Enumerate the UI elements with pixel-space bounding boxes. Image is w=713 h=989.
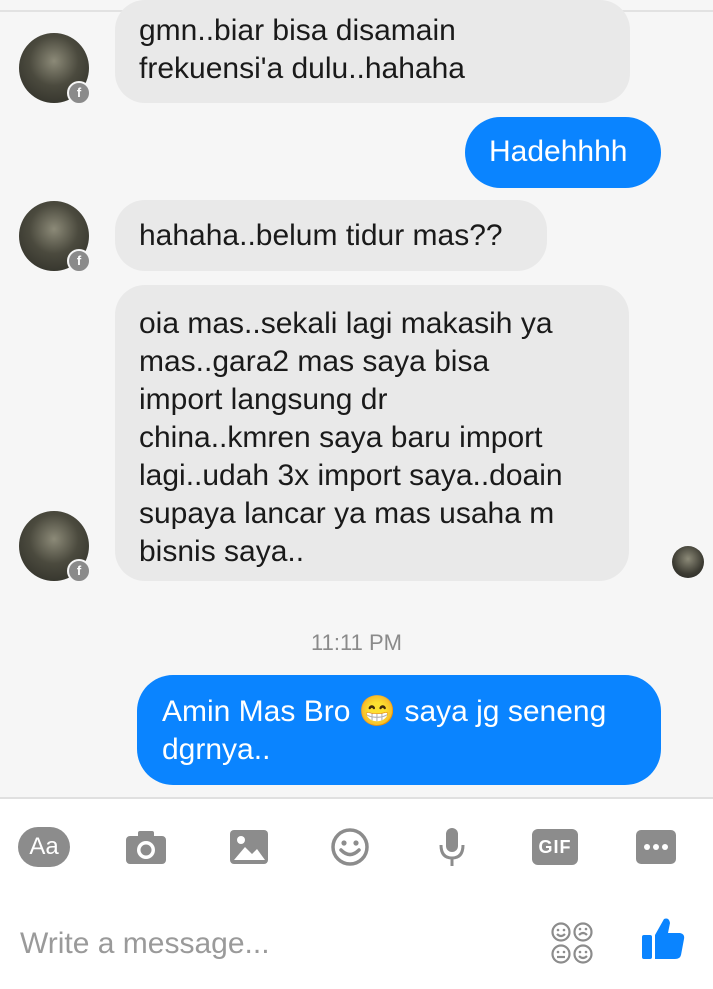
text-icon[interactable]: Aa [18,825,70,869]
messenger-badge-icon: f [67,81,91,105]
message-text: gmn..biar bisa disamain frekuensi'a dulu… [139,14,465,85]
seen-avatar [672,546,704,578]
contact-avatar[interactable]: f [19,33,91,105]
messenger-badge-icon: f [67,559,91,583]
message-text: oia mas..sekali lagi makasih ya mas..gar… [139,307,563,568]
grinning-face-emoji: 😁 [358,695,397,728]
incoming-message[interactable]: hahaha..belum tidur mas?? [115,200,547,271]
gif-icon[interactable]: GIF [531,825,579,869]
more-icon[interactable] [635,825,677,869]
message-input[interactable] [18,921,522,967]
camera-icon[interactable] [124,825,168,869]
microphone-icon[interactable] [434,825,470,869]
messenger-badge-icon: f [67,249,91,273]
message-text: Amin Mas Bro 😁 saya jg seneng dgrnya.. [162,695,607,766]
outgoing-message[interactable]: Hadehhhh [465,117,661,188]
outgoing-message[interactable]: Amin Mas Bro 😁 saya jg seneng dgrnya.. [137,675,661,785]
incoming-message[interactable]: oia mas..sekali lagi makasih ya mas..gar… [115,285,629,581]
contact-avatar[interactable]: f [19,511,91,583]
thumbs-up-icon[interactable] [640,915,688,963]
message-timestamp: 11:11 PM [311,630,402,655]
text-format-label: Aa [18,827,70,867]
gif-label: GIF [532,829,578,865]
contact-avatar[interactable]: f [19,201,91,273]
image-icon[interactable] [228,825,270,869]
message-text: Hadehhhh [489,135,628,168]
message-composer [0,897,713,989]
incoming-message[interactable]: gmn..biar bisa disamain frekuensi'a dulu… [115,0,630,103]
sticker-faces-icon[interactable] [550,921,594,965]
emoji-icon[interactable] [328,825,372,869]
message-text: hahaha..belum tidur mas?? [139,219,503,252]
message-thread: f gmn..biar bisa disamain frekuensi'a du… [0,0,713,797]
composer-toolbar: Aa GIF [0,797,713,899]
